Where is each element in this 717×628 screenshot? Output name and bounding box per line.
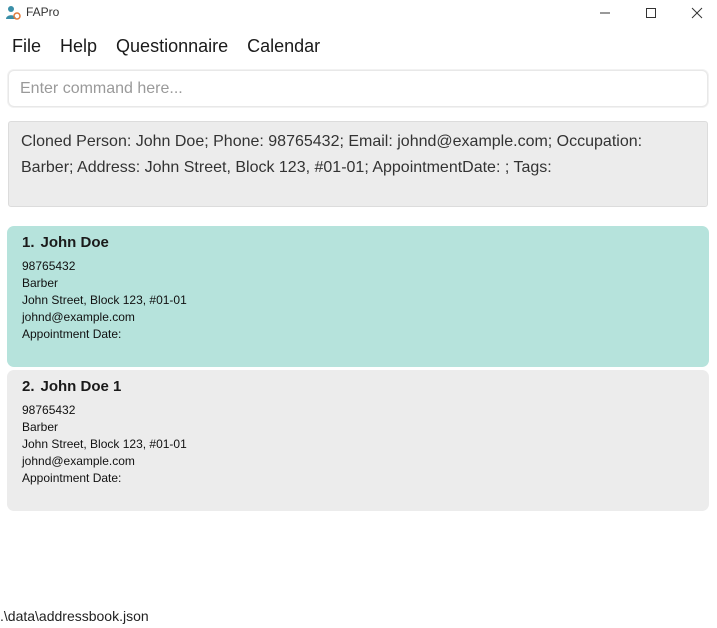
minimize-icon [600,12,610,14]
command-box [8,70,708,107]
minimize-button[interactable] [582,0,628,26]
maximize-icon [646,8,656,18]
person-name: John Doe 1 [40,378,122,395]
menu-bar: File Help Questionnaire Calendar [0,33,329,59]
person-index: 2. [22,378,35,395]
person-address: John Street, Block 123, #01-01 [22,293,187,307]
person-card[interactable]: 1. John Doe 98765432 Barber John Street, … [7,226,709,367]
person-card[interactable]: 2. John Doe 1 98765432 Barber John Street… [7,370,709,511]
person-list[interactable]: 1. John Doe 98765432 Barber John Street, … [7,226,709,514]
person-header: 1. John Doe [22,234,694,252]
menu-questionnaire[interactable]: Questionnaire [106,33,237,59]
person-header: 2. John Doe 1 [22,378,694,396]
person-email: johnd@example.com [22,310,135,324]
person-appointment: Appointment Date: [22,471,122,485]
result-display: Cloned Person: John Doe; Phone: 98765432… [8,121,708,207]
person-address: John Street, Block 123, #01-01 [22,437,187,451]
menu-calendar[interactable]: Calendar [237,33,329,59]
person-phone: 98765432 [22,259,76,273]
title-bar: FAPro [0,0,717,26]
person-name: John Doe [40,234,109,251]
person-email: johnd@example.com [22,454,135,468]
person-phone: 98765432 [22,403,76,417]
person-occupation: Barber [22,420,59,434]
command-input[interactable] [9,71,707,106]
person-occupation: Barber [22,276,59,290]
status-bar-path: .\data\addressbook.json [0,608,149,624]
window-title: FAPro [26,5,60,19]
close-button[interactable] [674,0,717,26]
maximize-button[interactable] [628,0,674,26]
person-index: 1. [22,234,35,251]
app-person-icon [5,5,21,21]
close-icon [691,7,703,19]
person-appointment: Appointment Date: [22,327,122,341]
menu-file[interactable]: File [0,33,50,59]
menu-help[interactable]: Help [50,33,106,59]
